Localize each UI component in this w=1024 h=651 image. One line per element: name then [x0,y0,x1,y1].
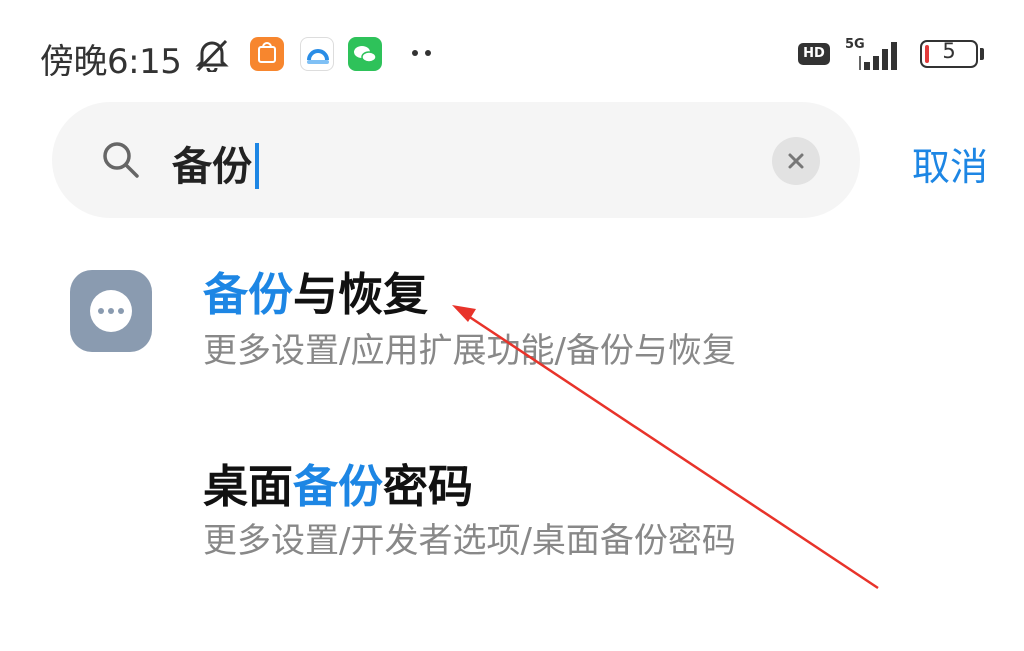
result-path: 更多设置/开发者选项/桌面备份密码 [203,521,736,561]
cloud-app-icon [300,37,334,71]
search-icon [103,142,139,178]
signal-icon [859,42,897,70]
search-query: 备份 [172,144,252,190]
search-input[interactable]: 备份 [172,134,259,192]
result-path: 更多设置/应用扩展功能/备份与恢复 [203,331,736,371]
battery-tip [980,48,984,60]
hd-icon: HD [798,43,830,65]
result-title-highlight: 备份 [293,460,384,513]
mute-icon [195,39,229,72]
search-field[interactable]: 备份 [52,102,860,218]
status-time: 傍晚6:15 [40,42,182,82]
result-title-rest: 与恢复 [293,268,429,321]
cancel-button[interactable]: 取消 [912,136,988,191]
status-bar: 傍晚6:15 HD 5G 5 [0,0,1024,100]
more-dots-icon [70,270,152,352]
text-caret [255,143,259,189]
more-notifications-icon [412,50,431,56]
close-icon [788,153,804,169]
result-title-highlight: 备份 [203,268,294,321]
battery-icon: 5 [920,39,978,68]
result-title-rest: 密码 [383,460,474,513]
clear-search-button[interactable] [772,137,820,185]
result-title: 备份与恢复 [203,258,428,323]
result-title: 桌面备份密码 [203,450,473,515]
battery-level: 5 [942,39,956,63]
mi-store-app-icon [250,37,284,71]
wechat-app-icon [348,37,382,71]
result-title-prefix: 桌面 [203,460,294,513]
